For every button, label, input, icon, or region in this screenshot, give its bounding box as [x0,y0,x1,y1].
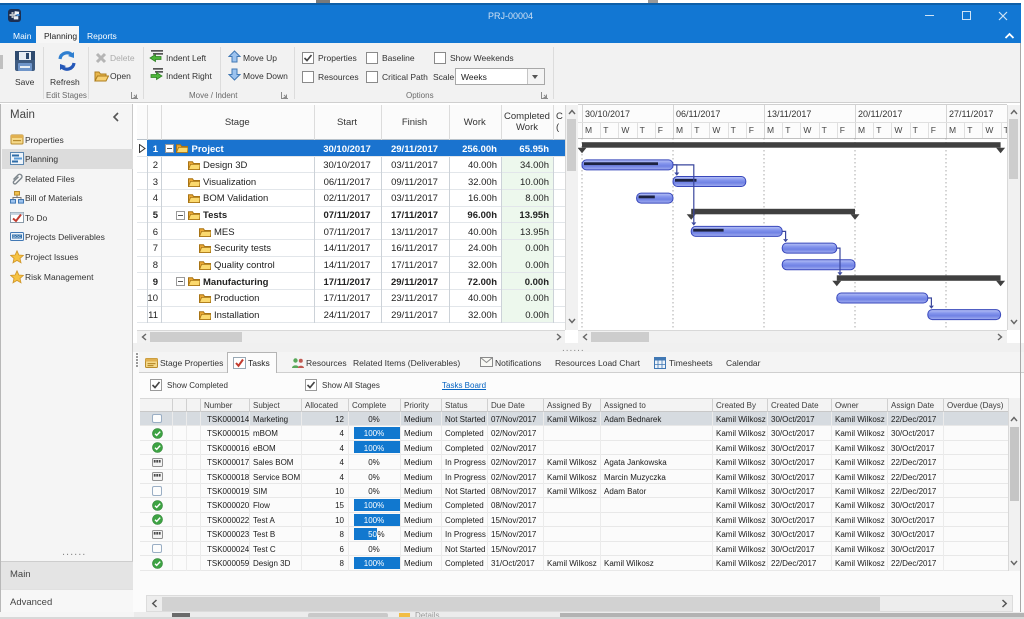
svg-text:DOC: DOC [13,234,22,239]
